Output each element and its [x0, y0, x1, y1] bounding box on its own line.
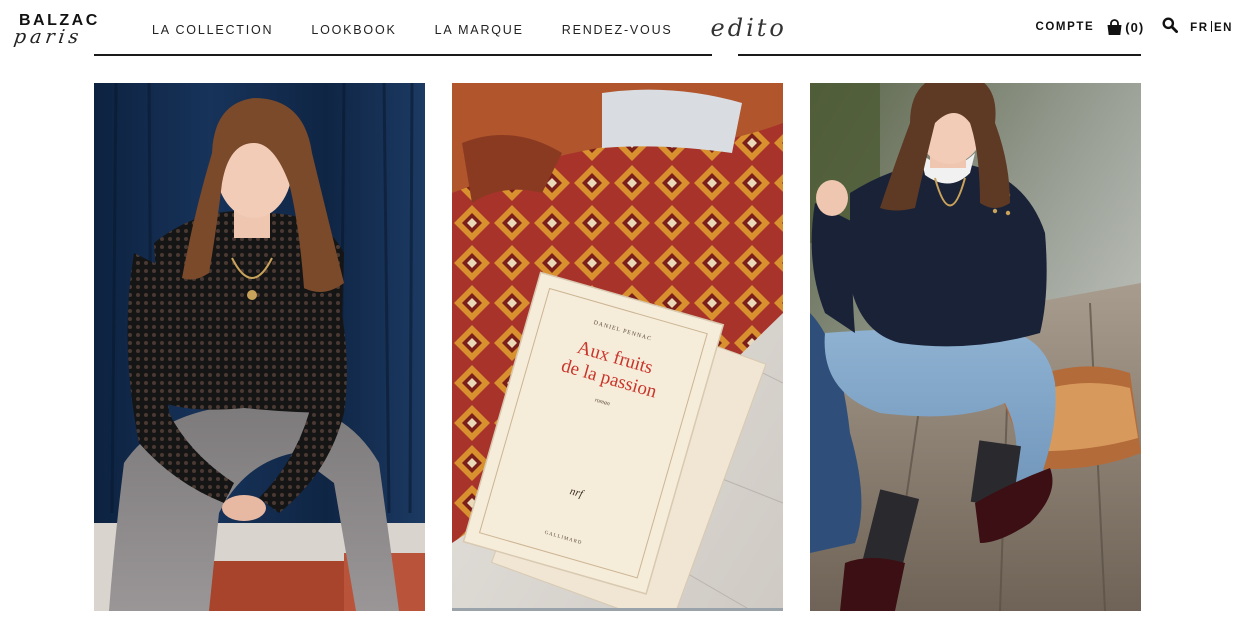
language-switcher: FR EN — [1190, 20, 1233, 34]
brand-logo[interactable]: BALZAC paris — [12, 12, 106, 48]
cart-count: (0) — [1125, 19, 1145, 35]
nav-item-edito[interactable]: edito — [711, 14, 787, 42]
header-tools: COMPTE (0) FR EN — [1035, 17, 1233, 37]
nav-item-lookbook[interactable]: LOOKBOOK — [311, 23, 396, 37]
search-icon — [1162, 17, 1179, 38]
nav-item-la-marque[interactable]: LA MARQUE — [435, 23, 524, 37]
lang-fr[interactable]: FR — [1190, 22, 1208, 34]
brand-subtitle: paris — [12, 26, 84, 48]
lookbook-photo-book-rug[interactable]: DANIEL PENNAC Aux fruits de la passion r… — [452, 83, 783, 611]
lang-en[interactable]: EN — [1214, 22, 1233, 34]
main-nav: LA COLLECTION LOOKBOOK LA MARQUE RENDEZ-… — [152, 14, 787, 42]
search-button[interactable] — [1162, 17, 1179, 38]
cart-button[interactable]: (0) — [1106, 18, 1145, 36]
lang-divider — [1210, 20, 1213, 32]
photo-bottom-border — [452, 608, 783, 611]
lookbook-photo-navy-sweater[interactable] — [810, 83, 1141, 611]
shopping-bag-icon — [1106, 18, 1123, 36]
nav-item-rendez-vous[interactable]: RENDEZ-VOUS — [562, 23, 673, 37]
lookbook-photo-lace-top[interactable] — [94, 83, 425, 611]
nav-item-la-collection[interactable]: LA COLLECTION — [152, 23, 273, 37]
site-header: BALZAC paris LA COLLECTION LOOKBOOK LA M… — [0, 0, 1243, 54]
account-link[interactable]: COMPTE — [1035, 21, 1094, 33]
